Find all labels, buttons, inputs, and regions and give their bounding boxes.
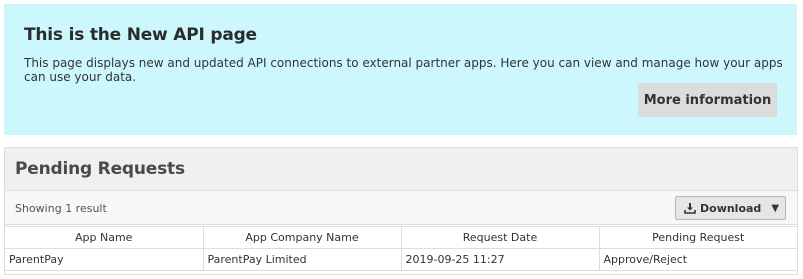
more-information-button[interactable]: More information [638,83,777,117]
column-header-app-name[interactable]: App Name [5,226,204,249]
pending-requests-panel: Pending Requests Showing 1 result Downlo… [4,147,798,275]
caret-down-icon: ▼ [771,202,780,214]
pending-requests-header: Pending Requests [5,148,797,191]
page-title: This is the New API page [24,25,257,45]
cell-request-date: 2019-09-25 11:27 [400,248,600,271]
results-toolbar: Showing 1 result Download ▼ [5,191,797,225]
cell-pending-request[interactable]: Approve/Reject [598,248,797,271]
pending-requests-title: Pending Requests [15,159,185,179]
column-header-pending-request[interactable]: Pending Request [598,226,797,249]
requests-table: App Name App Company Name Request Date P… [5,226,797,271]
download-icon [684,202,696,214]
download-button[interactable]: Download ▼ [675,196,786,220]
info-panel: This is the New API page This page displ… [4,4,797,135]
download-label: Download [700,201,762,215]
page-description: This page displays new and updated API c… [24,56,783,84]
table-header-row: App Name App Company Name Request Date P… [5,226,797,249]
table-row: ParentPay ParentPay Limited 2019-09-25 1… [5,248,797,271]
column-header-request-date[interactable]: Request Date [400,226,600,249]
column-header-app-company-name[interactable]: App Company Name [202,226,402,249]
result-count: Showing 1 result [15,202,107,215]
cell-app-company-name: ParentPay Limited [202,248,402,271]
cell-app-name: ParentPay [5,248,204,271]
